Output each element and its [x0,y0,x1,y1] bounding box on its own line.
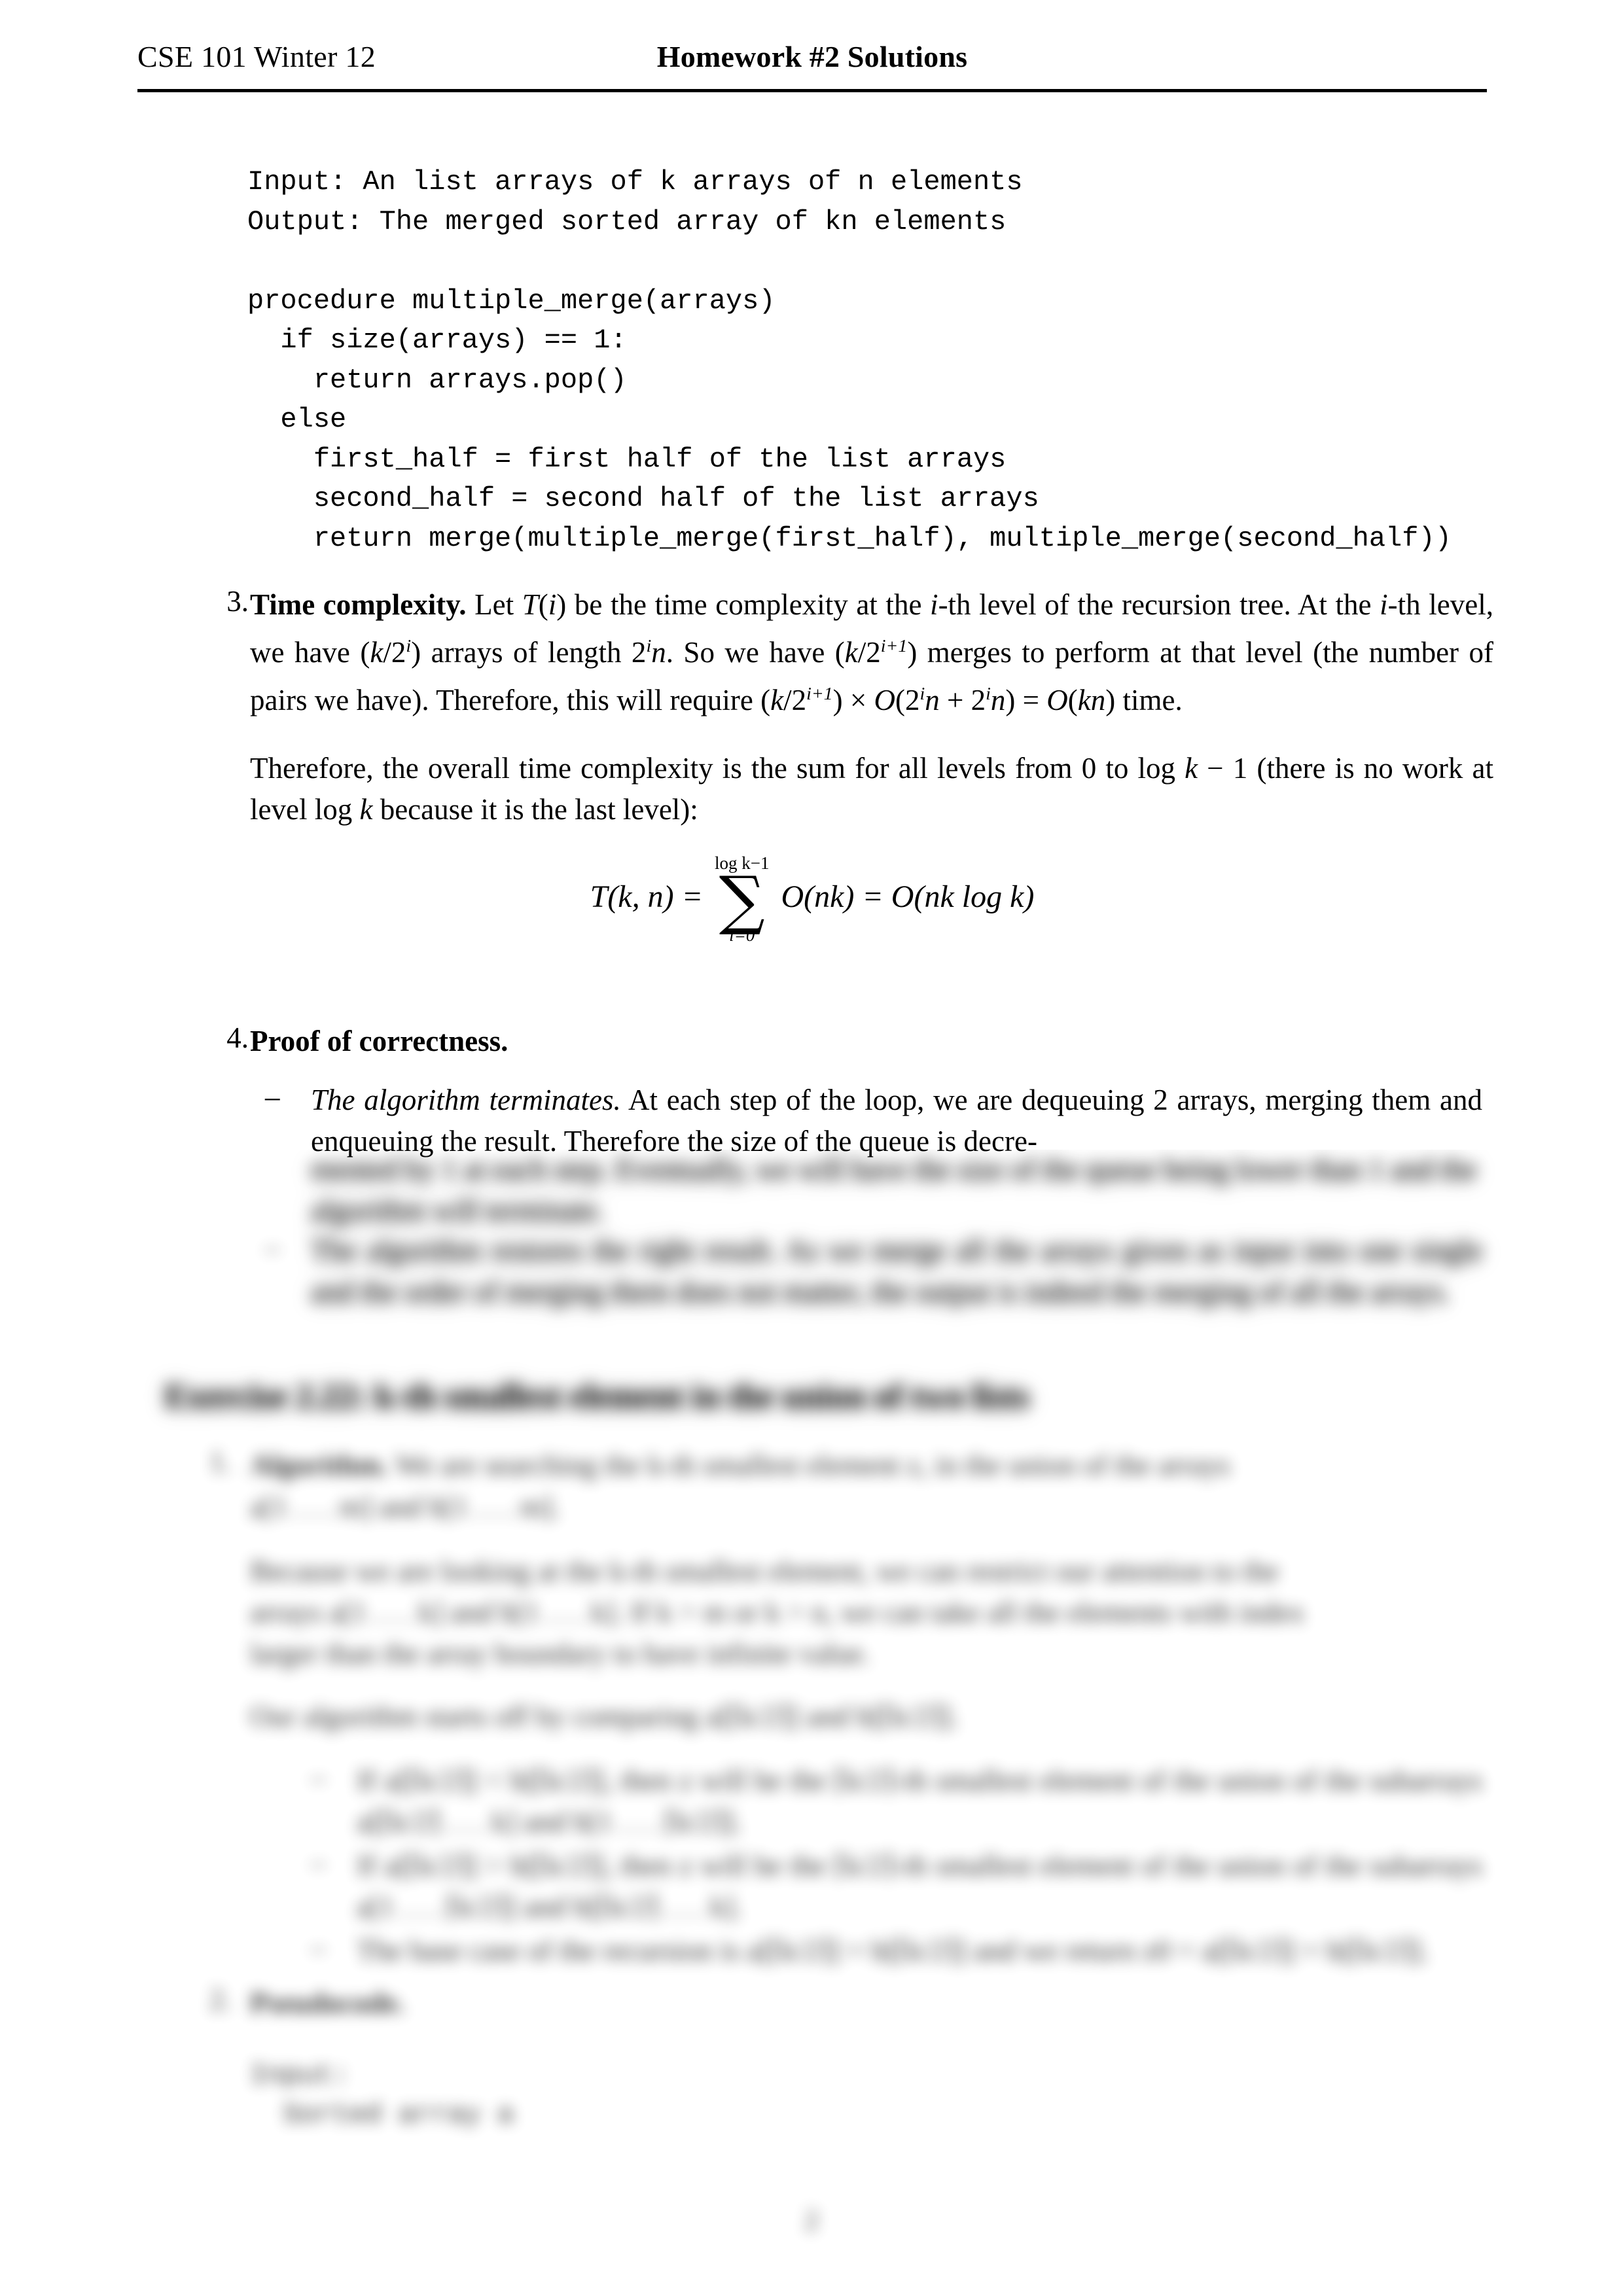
item-text: ) arrays of length 2 [411,636,647,669]
math-i: i [1380,588,1388,621]
equation-lhs: T(k, n) = [590,879,703,915]
document-page: CSE 101 Winter 12 Homework #2 Solutions … [0,0,1623,2296]
dash-bullet-marker: – [265,1080,280,1113]
item-lead-label: Proof of correctness. [250,1025,508,1057]
code-line: Output: The merged sorted array of kn el… [247,205,1007,238]
item-text: ) × [832,684,874,716]
math-n: n [990,684,1006,716]
item-text: ) time. [1105,684,1183,716]
item-text: (2 [895,684,920,716]
math-n: n [651,636,666,669]
code-line: else [247,404,347,435]
list-item-body: Proof of correctness. [250,1021,508,1062]
code-line: if size(arrays) == 1: [247,325,627,356]
list-item-number: 3. [226,585,249,618]
item-text: ( [1067,684,1078,716]
code-line: Input: An list arrays of k arrays of n e… [247,166,1023,198]
item-text: ) = [1005,684,1047,716]
item-text: ) be the time complexity at the [556,588,931,621]
math-T: T [590,879,608,914]
blurred-echo-text: k-th smallest element in the union of tw… [366,1378,1029,1415]
code-line: return arrays.pop() [247,364,627,396]
math-O: O [874,684,896,716]
math-k: k [359,793,373,826]
math-exponent: i [406,636,412,656]
page-header: CSE 101 Winter 12 Homework #2 Solutions [137,39,1487,96]
math-O: O [1046,684,1068,716]
paragraph-text: because it is the last level): [372,793,698,826]
math-k: k [1185,752,1198,785]
math-exponent: i+1 [880,636,908,656]
math-k: k [770,684,784,716]
blurred-region: mented by 1 at each step. Eventually, we… [0,1150,1623,2296]
math-i: i [930,588,938,621]
item-text: -th level of the recursion tree. At the [938,588,1380,621]
blurred-echo-text: Exercise 2.22: [165,1378,367,1415]
blurred-echo: mented by 1 at each step. Eventually, we… [311,1153,1477,1227]
summation-operator: log k−1 ∑ i=0 [715,853,769,945]
math-exponent: i [986,684,991,704]
math-T: T [522,588,539,621]
display-equation: T(k, n) = log k−1 ∑ i=0 O(nk) = O(nk log… [137,851,1487,945]
blurred-echo-heading: Exercise 2.22: k-th smallest element in … [165,1377,1029,1416]
list-item-body: Time complexity. Let T(i) be the time co… [250,584,1493,721]
item-text: /2 [383,636,406,669]
math-exponent: i+1 [806,684,833,704]
sigma-icon: ∑ [719,863,765,938]
time-complexity-paragraph-2: Therefore, the overall time complexity i… [250,748,1493,830]
code-line: first_half = first half of the list arra… [247,443,1007,475]
math-kn: kn [1077,684,1106,716]
bullet-italic-lead: The algorithm terminates. [311,1084,621,1116]
item-text: /2 [783,684,807,716]
code-line: procedure multiple_merge(arrays) [247,285,776,317]
header-title: Homework #2 Solutions [656,40,968,73]
item-text: . So we have ( [666,636,845,669]
item-text: ( [538,588,548,621]
math-n: n [925,684,940,716]
item-text: + 2 [939,684,986,716]
item-lead-label: Time complexity. [250,588,467,621]
math-k: k [370,636,383,669]
equation-rhs: O(nk) = O(nk log k) [781,879,1035,914]
code-line: return merge(multiple_merge(first_half),… [247,522,1452,554]
blurred-echo: The algorithm restores the right result.… [311,1234,1482,1308]
item-text: /2 [857,636,881,669]
pseudocode-block: Input: An list arrays of k arrays of n e… [247,162,1491,558]
item-text: Let [466,588,522,621]
paragraph-text: Therefore, the overall time complexity i… [250,752,1185,785]
code-line: second_half = second half of the list ar… [247,483,1039,514]
blurred-content-layer-2: mented by 1 at each step. Eventually, we… [0,1150,1623,2296]
list-item-number: 4. [226,1021,249,1054]
math-k: k [844,636,858,669]
math-i: i [548,588,557,621]
header-divider [137,89,1487,92]
math-lhs-rest: (k, n) = [607,879,703,914]
